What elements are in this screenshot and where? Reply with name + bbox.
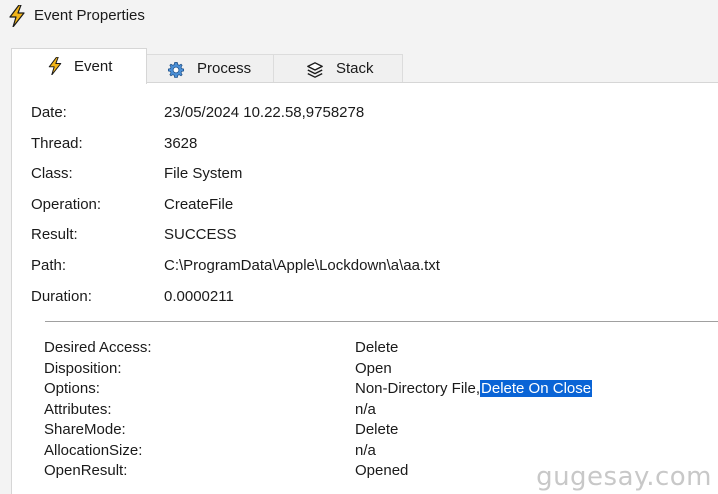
detail-value: Delete [355,339,399,356]
layers-icon [307,62,323,78]
detail-value: Open [355,360,392,377]
event-panel: Date: 23/05/2024 10.22.58,9758278 Thread… [11,82,718,494]
detail-label: Desired Access: [44,339,152,356]
options-value-text: Non-Directory File, [355,380,481,397]
property-label: Operation: [31,196,102,213]
tab-process[interactable]: Process [146,54,274,82]
property-value: SUCCESS [164,226,237,243]
tab-stack[interactable]: Stack [273,54,403,82]
detail-label: Disposition: [44,360,122,377]
detail-value[interactable]: Non-Directory File,Delete On Close [355,380,593,397]
detail-value: Delete [355,421,399,438]
tab-stack-label: Stack [336,60,374,77]
detail-value: Opened [355,462,409,479]
window-title: Event Properties [34,7,145,24]
property-value: CreateFile [164,196,234,213]
detail-label: Options: [44,380,100,397]
tab-process-label: Process [197,60,252,77]
property-label: Path: [31,257,67,274]
property-label: Class: [31,165,73,182]
divider [45,321,718,322]
detail-value: n/a [355,442,376,459]
detail-label: ShareMode: [44,421,126,438]
property-label: Thread: [31,135,83,152]
tab-strip: Event Process Stack [0,48,718,84]
detail-label: OpenResult: [44,462,128,479]
property-value: 0.0000211 [164,288,234,305]
lightning-icon [48,57,62,75]
property-value: 23/05/2024 10.22.58,9758278 [164,104,365,121]
tab-event[interactable]: Event [11,48,147,84]
tab-event-label: Event [74,58,113,75]
detail-label: AllocationSize: [44,442,143,459]
property-label: Date: [31,104,67,121]
property-value: C:\ProgramData\Apple\Lockdown\a\aa.txt [164,257,440,274]
watermark: gugesay.com [536,462,712,492]
property-value: 3628 [164,135,198,152]
property-label: Duration: [31,288,92,305]
property-value: File System [164,165,243,182]
detail-value: n/a [355,401,376,418]
selected-text[interactable]: Delete On Close [480,380,593,397]
property-label: Result: [31,226,78,243]
detail-label: Attributes: [44,401,112,418]
title-bar: Event Properties [0,0,718,34]
lightning-icon [9,5,25,27]
gear-icon [167,61,185,78]
